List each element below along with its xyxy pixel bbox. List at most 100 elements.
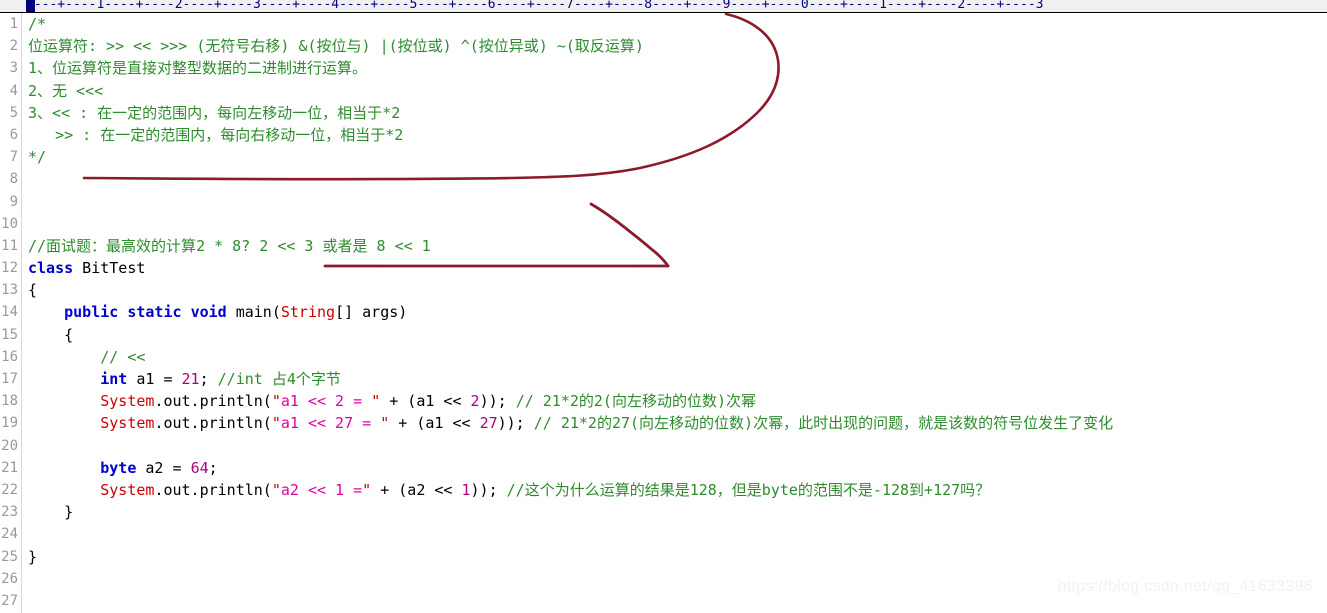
code-token-strm: a1 << 2 = [280,392,372,411]
code-token-pln: .out.println( [154,414,272,433]
code-line[interactable]: 19 System.out.println("a1 << 27 = " + (a… [0,412,1327,434]
code-token-cmt: 2、无 <<< [28,81,104,100]
code-token-pln: + (a2 << [371,480,462,499]
code-token-pln: BitTest [73,259,146,278]
code-line[interactable]: 5 3、<< : 在一定的范围内，每向左移动一位，相当于*2 [0,102,1327,124]
line-number: 6 [9,126,18,143]
code-line[interactable]: 1 /* [0,13,1327,35]
code-token-str: " [380,414,390,433]
code-token-pln: main( [226,303,281,322]
code-text[interactable]: >> : 在一定的范围内，每向右移动一位，相当于*2 [28,124,403,146]
code-token-pln: [] args) [335,303,408,322]
line-number: 2 [9,38,18,55]
code-line[interactable]: 4 2、无 <<< [0,80,1327,102]
code-line[interactable]: 2 位运算符: >> << >>> (无符号右移) &(按位与) |(按位或) ^… [0,35,1327,57]
line-number: 17 [1,371,18,387]
code-line[interactable]: 21 byte a2 = 64; [0,457,1327,479]
code-token-cmt: >> : 在一定的范围内，每向右移动一位，相当于*2 [28,125,404,144]
code-editor-surface[interactable]: 1 /* 2 位运算符: >> << >>> (无符号右移) &(按位与) |(按位或… [0,13,1327,613]
line-number: 14 [1,304,18,321]
code-text[interactable]: { [28,324,73,346]
code-text[interactable]: 3、<< : 在一定的范围内，每向左移动一位，相当于*2 [28,102,400,124]
code-token-kw: public [64,303,119,322]
code-line[interactable]: 11 //面试题：最高效的计算2 * 8? 2 << 3 或者是 8 << 1 [0,235,1327,257]
line-number: 25 [1,548,18,565]
code-text[interactable]: class BitTest [28,257,145,279]
code-text[interactable]: */ [28,146,46,168]
code-token-typ: System [100,414,155,433]
code-text[interactable]: 1、位运算符是直接对整型数据的二进制进行运算。 [28,57,367,79]
code-token-kw: class [28,259,74,278]
code-text[interactable]: } [28,501,73,523]
code-token-cmt: 3、<< : 在一定的范围内，每向左移动一位，相当于*2 [28,103,401,122]
code-text[interactable]: System.out.println("a1 << 2 = " + (a1 <<… [28,390,756,412]
code-token-pln: )); [479,392,516,411]
code-token-pln: a1 = [127,370,182,388]
code-line[interactable]: 17 int a1 = 21; //int 占4个字节 [0,368,1327,390]
code-text[interactable]: //面试题：最高效的计算2 * 8? 2 << 3 或者是 8 << 1 [28,235,431,257]
code-line[interactable]: 6 >> : 在一定的范围内，每向右移动一位，相当于*2 [0,124,1327,146]
code-token-cmt: //面试题：最高效的计算2 * 8? 2 << 3 或者是 8 << 1 [28,236,431,255]
line-number: 18 [1,393,18,410]
code-text[interactable]: byte a2 = 64; [28,457,217,479]
code-line[interactable]: 18 System.out.println("a1 << 2 = " + (a1… [0,390,1327,412]
line-number: 11 [1,237,18,254]
code-token-typ: String [280,303,336,322]
code-token-num: 27 [479,414,498,433]
code-text[interactable]: System.out.println("a2 << 1 =" + (a2 << … [28,479,990,501]
line-number: 3 [9,60,18,77]
code-text[interactable]: System.out.println("a1 << 27 = " + (a1 <… [28,412,1113,434]
code-text[interactable]: int a1 = 21; //int 占4个字节 [28,368,341,390]
code-token-num: 1 [461,480,471,499]
code-token-cmt: //int 占4个字节 [217,370,341,388]
code-token-pln: a2 = [136,458,191,477]
code-token-cmt: 位运算符: >> << >>> (无符号右移) &(按位与) |(按位或) ^(… [28,37,644,56]
code-line[interactable]: 15 { [0,324,1327,346]
code-line[interactable]: 8 [0,168,1327,190]
line-number: 24 [1,526,18,543]
code-token-pln: )); [470,480,507,499]
code-text[interactable]: } [28,546,37,568]
code-token-pln [118,303,127,321]
code-text[interactable]: /* [28,13,46,35]
code-line-list: 1 /* 2 位运算符: >> << >>> (无符号右移) &(按位与) |(按位或… [0,13,1327,612]
code-token-pln: .out.println( [154,392,272,411]
code-token-str: " [362,480,372,499]
code-line[interactable]: 25} [0,546,1327,568]
code-token-pln: + (a1 << [389,414,480,433]
code-line[interactable]: 10 [0,213,1327,235]
line-number: 1 [9,16,18,32]
code-token-pln [28,303,64,321]
code-token-cmt: */ [28,148,47,167]
code-token-str: " [371,392,381,411]
code-token-pln [28,370,100,388]
code-token-pln: { [28,281,38,300]
code-token-pln [28,481,100,499]
code-token-pln: + (a1 << [380,392,471,411]
code-token-kw: static [127,303,182,322]
line-number: 16 [1,348,18,365]
code-text[interactable]: 位运算符: >> << >>> (无符号右移) &(按位与) |(按位或) ^(… [28,35,644,57]
ruler-scale-text: ----+----1----+----2----+----3----+----4… [26,0,1044,12]
code-token-typ: System [100,480,155,499]
code-token-pln: ; [199,370,218,388]
code-text[interactable]: // << [28,346,145,368]
code-token-pln [182,303,191,321]
code-line[interactable]: 9 [0,191,1327,213]
code-line[interactable]: 22 System.out.println("a2 << 1 =" + (a2 … [0,479,1327,501]
code-token-num: 2 [470,392,480,411]
code-line[interactable]: 7 */ [0,146,1327,168]
code-line[interactable]: 20 [0,435,1327,457]
code-token-pln: } [28,547,38,566]
code-line[interactable]: 23 } [0,501,1327,523]
code-line[interactable]: 3 1、位运算符是直接对整型数据的二进制进行运算。 [0,57,1327,79]
code-line[interactable]: 24 [0,523,1327,545]
code-line[interactable]: 12 class BitTest [0,257,1327,279]
code-text[interactable]: 2、无 <<< [28,80,103,102]
code-line[interactable]: 16 // << [0,346,1327,368]
line-number: 4 [9,82,18,99]
code-text[interactable]: { [28,279,37,301]
code-line[interactable]: 14 public static void main(String[] args… [0,301,1327,323]
code-line[interactable]: 13 { [0,279,1327,301]
code-text[interactable]: public static void main(String[] args) [28,301,407,323]
